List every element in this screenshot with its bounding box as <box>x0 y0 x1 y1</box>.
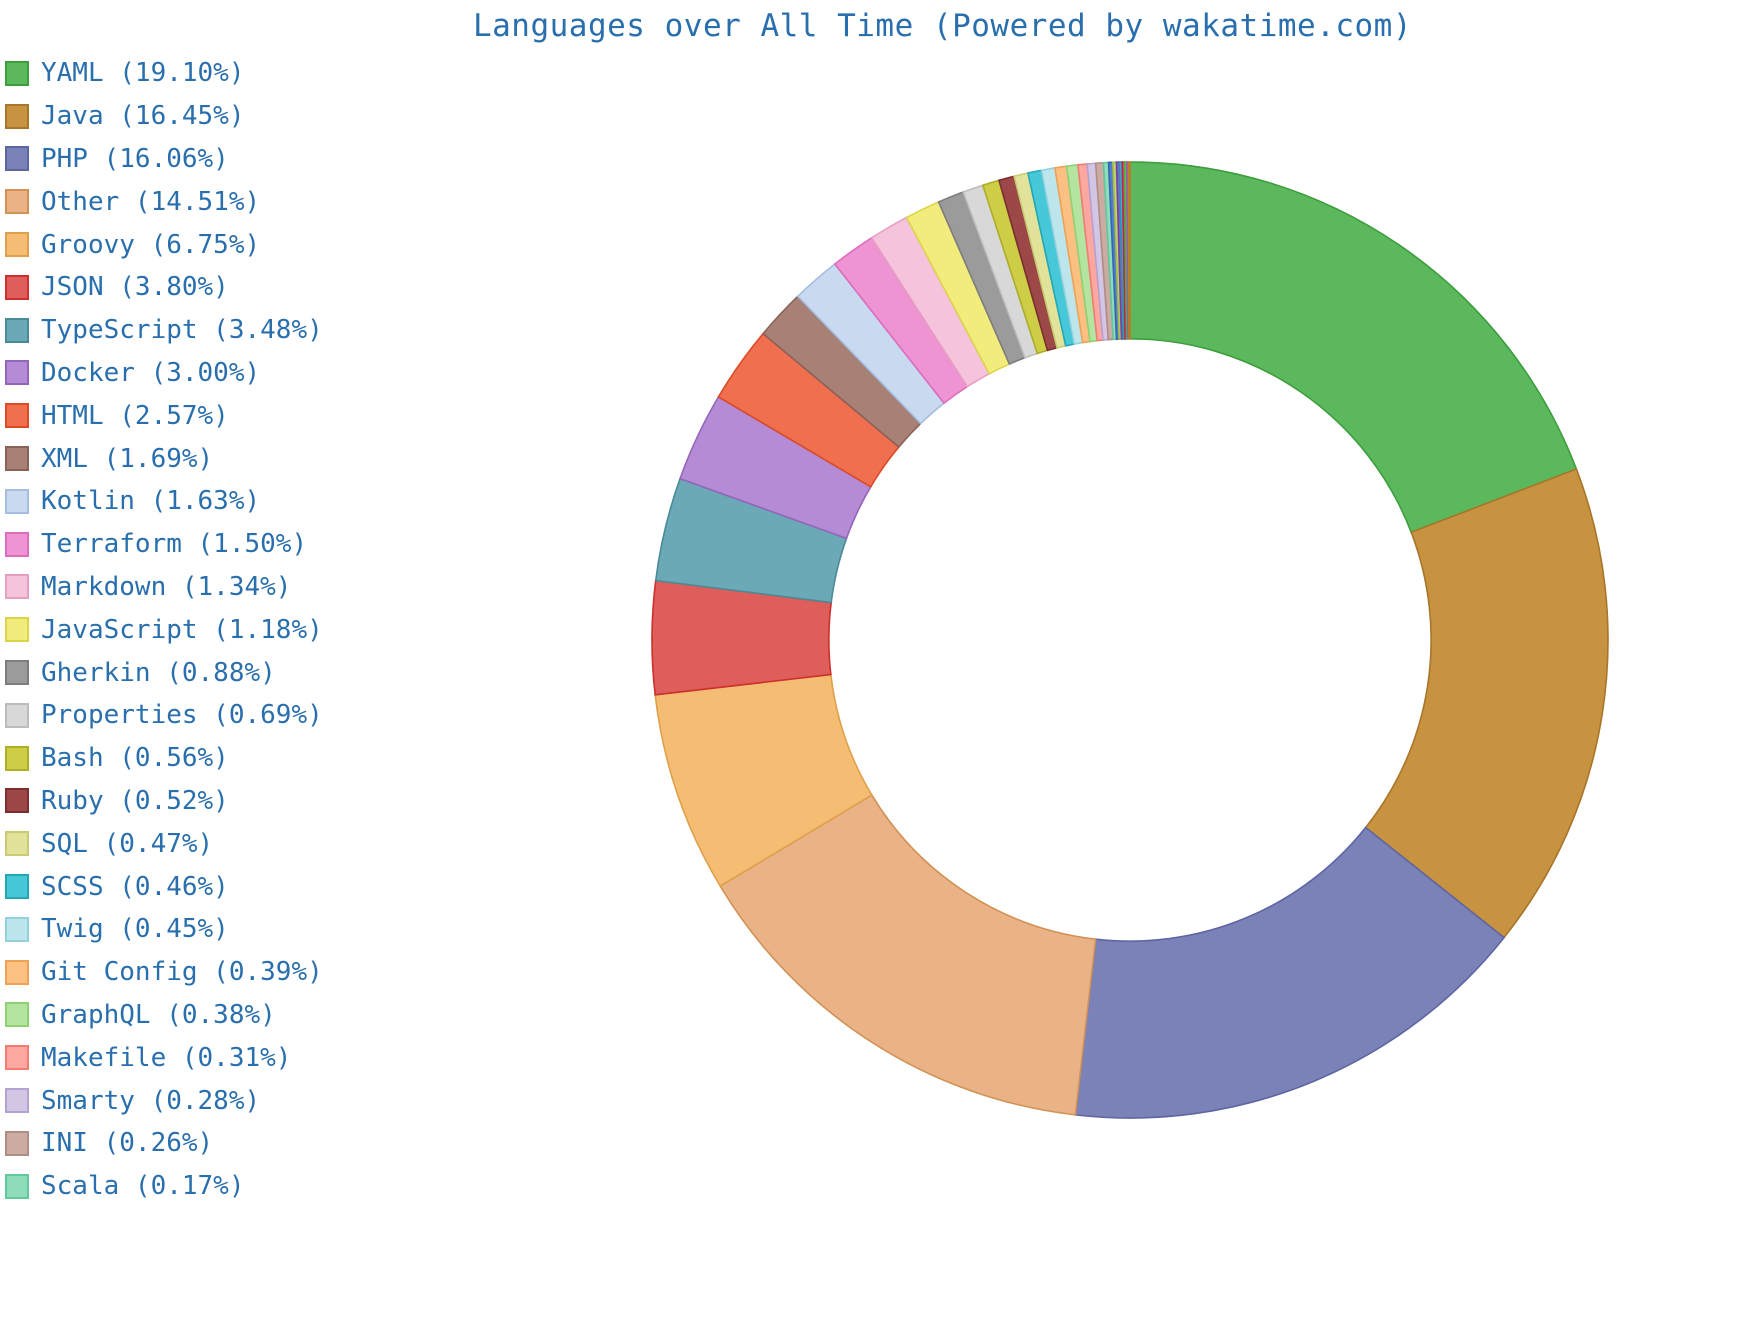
legend-item-label: Bash (0.56%) <box>41 743 229 774</box>
chart-title: Languages over All Time (Powered by waka… <box>472 8 1412 44</box>
legend-color-swatch <box>5 146 29 172</box>
legend-item-label: GraphQL (0.38%) <box>41 999 276 1030</box>
legend-color-swatch <box>5 660 29 686</box>
legend-color-swatch <box>5 874 29 900</box>
legend-color-swatch <box>5 1002 29 1028</box>
legend-color-swatch <box>5 1173 29 1199</box>
legend-item-label: HTML (2.57%) <box>41 400 229 431</box>
legend-color-swatch <box>5 446 29 472</box>
legend-color-swatch <box>5 574 29 600</box>
legend-color-swatch <box>5 360 29 386</box>
legend-item-label: TypeScript (3.48%) <box>41 315 323 346</box>
legend-item-label: JSON (3.80%) <box>41 272 229 303</box>
legend-item-label: YAML (19.10%) <box>41 58 245 89</box>
legend-color-swatch <box>5 959 29 985</box>
legend-item-label: PHP (16.06%) <box>41 143 229 174</box>
legend-color-swatch <box>5 1130 29 1156</box>
legend-item[interactable]: YAML (19.10%) <box>5 52 425 95</box>
legend-item-label: Scala (0.17%) <box>41 1171 245 1202</box>
legend-item[interactable]: Smarty (0.28%) <box>5 1079 425 1122</box>
legend-color-swatch <box>5 831 29 857</box>
legend-item[interactable]: Makefile (0.31%) <box>5 1036 425 1079</box>
legend-item-label: Other (14.51%) <box>41 186 261 217</box>
legend-item-label: Markdown (1.34%) <box>41 571 292 602</box>
legend-item[interactable]: Scala (0.17%) <box>5 1165 425 1208</box>
legend-color-swatch <box>5 274 29 300</box>
donut-slice[interactable] <box>1129 161 1578 534</box>
legend-item[interactable]: JavaScript (1.18%) <box>5 608 425 651</box>
legend-item-label: JavaScript (1.18%) <box>41 614 323 645</box>
legend-color-swatch <box>5 617 29 643</box>
legend-item[interactable]: Gherkin (0.88%) <box>5 651 425 694</box>
legend-item[interactable]: XML (1.69%) <box>5 437 425 480</box>
legend-item-label: Kotlin (1.63%) <box>41 486 261 517</box>
donut-svg <box>651 161 1609 1119</box>
legend-item-label: Makefile (0.31%) <box>41 1042 292 1073</box>
legend-color-swatch <box>5 317 29 343</box>
legend-item[interactable]: SCSS (0.46%) <box>5 865 425 908</box>
legend-color-swatch <box>5 1088 29 1114</box>
legend-color-swatch <box>5 531 29 557</box>
legend-item[interactable]: INI (0.26%) <box>5 1122 425 1165</box>
legend-color-swatch <box>5 60 29 86</box>
legend-item[interactable]: Bash (0.56%) <box>5 737 425 780</box>
legend-item[interactable]: PHP (16.06%) <box>5 138 425 181</box>
legend-item[interactable]: Groovy (6.75%) <box>5 223 425 266</box>
legend-item-label: Docker (3.00%) <box>41 357 261 388</box>
legend-item[interactable]: Kotlin (1.63%) <box>5 480 425 523</box>
legend-color-swatch <box>5 103 29 129</box>
legend-item[interactable]: SQL (0.47%) <box>5 822 425 865</box>
legend-item-label: Java (16.45%) <box>41 101 245 132</box>
legend-item[interactable]: Markdown (1.34%) <box>5 566 425 609</box>
legend-item[interactable]: Terraform (1.50%) <box>5 523 425 566</box>
legend-item-label: Twig (0.45%) <box>41 914 229 945</box>
legend-color-swatch <box>5 702 29 728</box>
languages-donut-chart-figure: Languages over All Time (Powered by waka… <box>0 0 1745 1338</box>
legend-item[interactable]: JSON (3.80%) <box>5 266 425 309</box>
legend-color-swatch <box>5 189 29 215</box>
legend-color-swatch <box>5 488 29 514</box>
legend-item-label: Terraform (1.50%) <box>41 529 308 560</box>
donut-chart-area <box>620 130 1640 1150</box>
legend-item[interactable]: Properties (0.69%) <box>5 694 425 737</box>
legend-item[interactable]: Docker (3.00%) <box>5 352 425 395</box>
legend-item[interactable]: Twig (0.45%) <box>5 908 425 951</box>
legend-item[interactable]: HTML (2.57%) <box>5 394 425 437</box>
donut-slice[interactable] <box>1127 161 1131 340</box>
legend-color-swatch <box>5 745 29 771</box>
legend-color-swatch <box>5 232 29 258</box>
legend-item-label: Smarty (0.28%) <box>41 1085 261 1116</box>
legend-item-label: Properties (0.69%) <box>41 700 323 731</box>
legend-color-swatch <box>5 403 29 429</box>
legend-item-label: SQL (0.47%) <box>41 828 214 859</box>
legend-item-label: SCSS (0.46%) <box>41 871 229 902</box>
legend-color-swatch <box>5 788 29 814</box>
legend-item-label: Git Config (0.39%) <box>41 957 323 988</box>
legend-color-swatch <box>5 916 29 942</box>
legend-item-label: Gherkin (0.88%) <box>41 657 276 688</box>
legend-color-swatch <box>5 1045 29 1071</box>
legend-item-label: Ruby (0.52%) <box>41 785 229 816</box>
legend-item-label: XML (1.69%) <box>41 443 214 474</box>
legend-item[interactable]: TypeScript (3.48%) <box>5 309 425 352</box>
legend-item-label: INI (0.26%) <box>41 1128 214 1159</box>
legend-item[interactable]: Ruby (0.52%) <box>5 780 425 823</box>
legend-item[interactable]: GraphQL (0.38%) <box>5 994 425 1037</box>
legend-item[interactable]: Git Config (0.39%) <box>5 951 425 994</box>
legend-item[interactable]: Other (14.51%) <box>5 180 425 223</box>
legend-item[interactable]: Java (16.45%) <box>5 95 425 138</box>
chart-legend: YAML (19.10%) Java (16.45%) PHP (16.06%) Ot… <box>5 52 425 1208</box>
legend-item-label: Groovy (6.75%) <box>41 229 261 260</box>
